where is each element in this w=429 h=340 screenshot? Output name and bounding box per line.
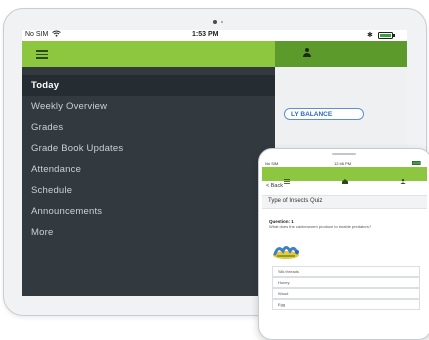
answer-option[interactable]: Honey bbox=[272, 277, 420, 288]
app-bar-right bbox=[275, 41, 407, 67]
home-icon[interactable] bbox=[342, 171, 348, 184]
balance-button[interactable]: LY BALANCE bbox=[284, 108, 364, 120]
menu-item-today[interactable]: Today bbox=[22, 75, 275, 96]
navigation-drawer: Today Weekly Overview Grades Grade Book … bbox=[22, 67, 275, 296]
answer-option[interactable]: Wood bbox=[272, 288, 420, 299]
menu-item-grades[interactable]: Grades bbox=[22, 117, 275, 138]
menu-item-weekly-overview[interactable]: Weekly Overview bbox=[22, 96, 275, 117]
question-text: What does the cankerworm produce to enab… bbox=[269, 224, 372, 229]
phone-status-carrier: No SIM bbox=[265, 161, 279, 166]
menu-item-attendance[interactable]: Attendance bbox=[22, 159, 275, 180]
tablet-camera bbox=[213, 20, 217, 24]
answer-option[interactable]: Egg bbox=[272, 299, 420, 310]
caterpillar-image bbox=[272, 241, 300, 260]
drawer-header bbox=[22, 41, 275, 67]
quiz-title: Type of Insects Quiz bbox=[268, 198, 323, 204]
menu-item-more[interactable]: More bbox=[22, 222, 275, 243]
person-icon[interactable] bbox=[302, 48, 312, 58]
back-button[interactable]: < Back bbox=[266, 183, 283, 189]
status-time: 1:53 PM bbox=[192, 31, 219, 38]
menu-item-announcements[interactable]: Announcements bbox=[22, 201, 275, 222]
menu-item-schedule[interactable]: Schedule bbox=[22, 180, 275, 201]
phone-battery-icon bbox=[412, 161, 422, 166]
answer-option[interactable]: Silk threads bbox=[272, 266, 420, 277]
menu-item-grade-book-updates[interactable]: Grade Book Updates bbox=[22, 138, 275, 159]
status-carrier: No SIM bbox=[25, 31, 49, 38]
menu-icon[interactable] bbox=[36, 50, 48, 59]
wifi-icon bbox=[52, 30, 61, 39]
tablet-sensor bbox=[221, 21, 223, 23]
phone-screen: No SIM 12:46 PM < Back Type of Insects Q… bbox=[262, 160, 427, 330]
person-icon[interactable] bbox=[400, 171, 406, 184]
phone-speaker bbox=[332, 153, 356, 155]
menu-icon[interactable] bbox=[284, 171, 290, 184]
battery-icon bbox=[378, 32, 396, 41]
bluetooth-icon: ✱ bbox=[367, 32, 373, 39]
phone-status-bar: No SIM 12:46 PM bbox=[262, 160, 427, 167]
phone-status-time: 12:46 PM bbox=[334, 161, 352, 166]
tablet-status-bar: No SIM 1:53 PM ✱ bbox=[22, 30, 407, 41]
